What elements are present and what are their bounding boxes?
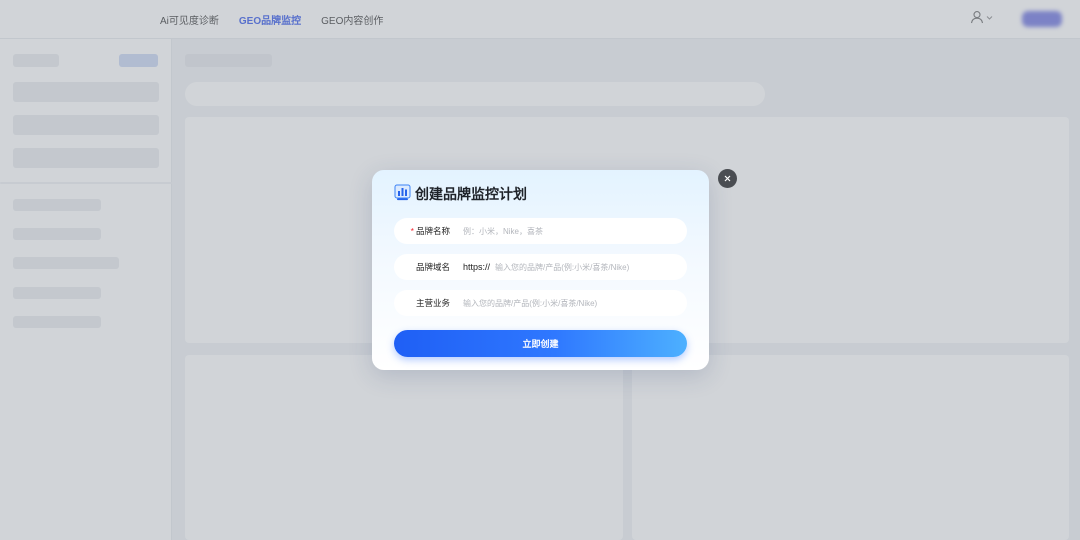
brand-domain-input[interactable] <box>495 257 687 277</box>
main-business-field: 主营业务 <box>394 290 687 316</box>
brand-name-input[interactable] <box>463 221 687 241</box>
required-mark: * <box>410 226 414 236</box>
create-now-button[interactable]: 立即创建 <box>394 330 687 357</box>
url-prefix: https:// <box>463 262 491 272</box>
brand-domain-field: 品牌域名 https:// <box>394 254 687 280</box>
main-business-input[interactable] <box>463 293 687 313</box>
brand-name-label: * 品牌名称 <box>394 225 450 237</box>
create-brand-monitor-modal: 创建品牌监控计划 *品牌名称 品牌域名 https:// 主营业务 立即创建 <box>372 170 709 370</box>
main-business-label: 主营业务 <box>415 298 450 308</box>
brand-name-field: * 品牌名称 <box>394 218 687 244</box>
brand-name-label-text: 品牌名称 <box>415 226 450 236</box>
brand-domain-label: 品牌域名 <box>415 262 450 272</box>
close-icon[interactable] <box>718 169 737 188</box>
chart-bar-icon <box>394 184 411 206</box>
modal-title: 创建品牌监控计划 <box>415 186 527 202</box>
